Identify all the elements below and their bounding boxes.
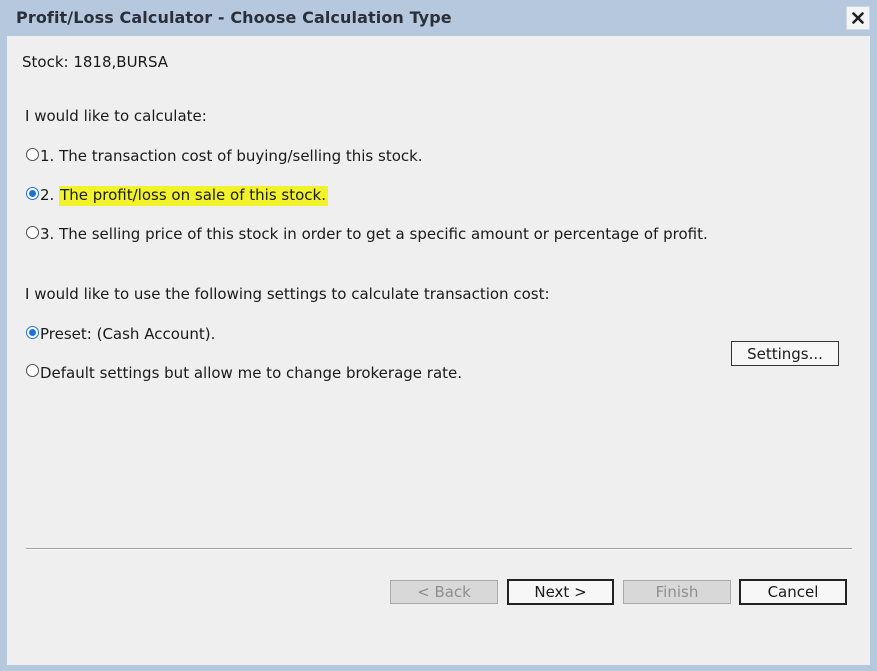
settings-option-1-label: Preset: (Cash Account).	[40, 325, 216, 343]
settings-option-1-radio[interactable]	[26, 326, 39, 339]
calc-option-3-label: 3. The selling price of this stock in or…	[40, 225, 708, 243]
dialog-window: Profit/Loss Calculator - Choose Calculat…	[0, 0, 877, 671]
calc-type-heading: I would like to calculate:	[25, 107, 207, 125]
footer-divider	[26, 548, 852, 550]
calc-option-2-radio[interactable]	[26, 187, 39, 200]
calc-option-1-radio[interactable]	[26, 148, 39, 161]
close-button[interactable]	[846, 6, 870, 30]
settings-option-2-label: Default settings but allow me to change …	[40, 364, 463, 382]
settings-button[interactable]: Settings...	[731, 341, 839, 366]
settings-option-2-radio[interactable]	[26, 364, 39, 377]
finish-button[interactable]: Finish	[623, 580, 731, 604]
settings-heading: I would like to use the following settin…	[25, 285, 550, 303]
close-icon	[852, 12, 864, 24]
calc-option-2-prefix: 2.	[40, 186, 60, 204]
calc-option-3-radio[interactable]	[26, 226, 39, 239]
title-bar: Profit/Loss Calculator - Choose Calculat…	[0, 0, 877, 36]
window-title: Profit/Loss Calculator - Choose Calculat…	[16, 8, 452, 27]
dialog-body: Stock: 1818,BURSA I would like to calcul…	[7, 36, 870, 665]
calc-option-1-label: 1. The transaction cost of buying/sellin…	[40, 147, 423, 165]
cancel-button[interactable]: Cancel	[739, 579, 847, 605]
calc-option-2-label-wrap: 2. The profit/loss on sale of this stock…	[40, 186, 328, 206]
back-button[interactable]: < Back	[390, 580, 498, 604]
next-button[interactable]: Next >	[507, 579, 614, 605]
calc-option-2-label: The profit/loss on sale of this stock.	[59, 186, 328, 206]
stock-label: Stock: 1818,BURSA	[22, 53, 169, 71]
